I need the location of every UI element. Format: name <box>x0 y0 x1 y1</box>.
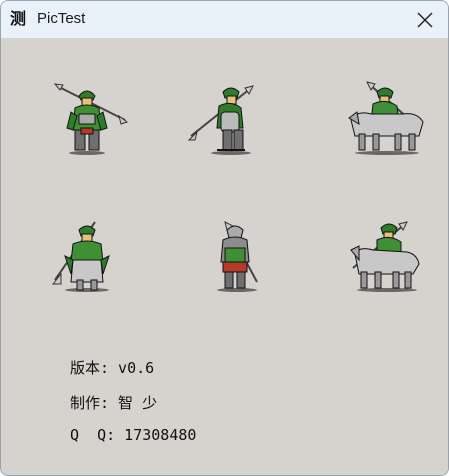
warrior-side-spear-sprite <box>187 85 254 155</box>
title-bar[interactable]: 测 PicTest <box>1 1 448 38</box>
author-label: 制作: 智 少 <box>70 394 158 412</box>
app-icon: 测 <box>10 9 27 28</box>
qq-label: Q Q: 17308480 <box>70 426 197 444</box>
close-button[interactable] <box>402 1 448 38</box>
client-area: 版本: v0.6 制作: 智 少 Q Q: 17308480 <box>1 38 448 475</box>
warrior-back-view-sprite <box>217 221 258 292</box>
warrior-on-horse-facing-sprite <box>51 221 110 292</box>
warrior-front-standing-sprite <box>53 83 129 155</box>
window-title: PicTest <box>37 10 86 27</box>
version-label: 版本: v0.6 <box>70 359 155 377</box>
close-icon <box>417 12 433 27</box>
warrior-on-horse-front-sprite <box>348 81 424 155</box>
app-window: 测 PicTest 版本: v0.6 制作: 智 少 Q Q: 17308480 <box>0 0 449 476</box>
warrior-on-horse-side-sprite <box>350 221 420 292</box>
